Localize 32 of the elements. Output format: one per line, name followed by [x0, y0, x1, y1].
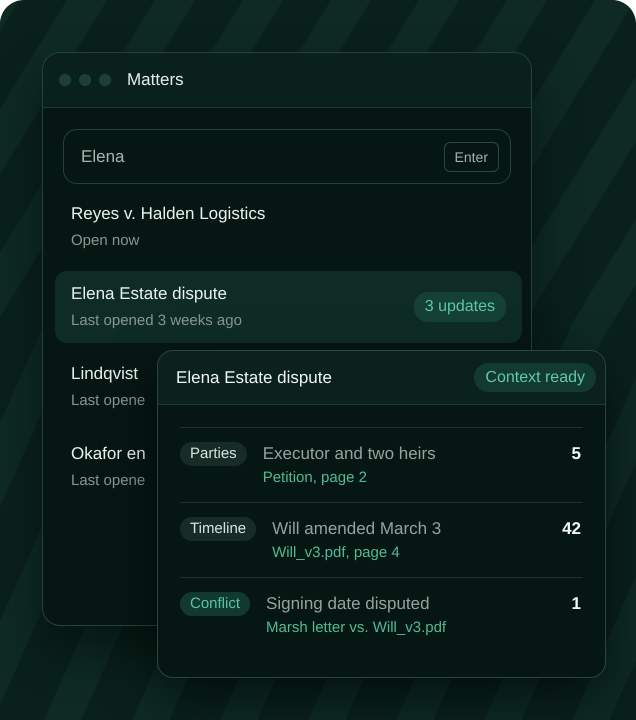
fact-count: 1 — [572, 593, 581, 615]
status-badge: Context ready — [474, 363, 596, 392]
window-control-icon[interactable] — [79, 74, 91, 86]
fact-tag: Conflict — [180, 592, 250, 616]
fact-count: 5 — [572, 443, 581, 465]
fact-tag: Parties — [180, 442, 247, 466]
matter-row[interactable]: Lindqvist Last opene — [55, 351, 150, 423]
matter-subtitle: Last opene — [71, 471, 146, 491]
matter-title: Reyes v. Halden Logistics — [71, 203, 266, 225]
matter-row[interactable]: Reyes v. Halden Logistics Open now — [55, 191, 270, 263]
fact-count: 42 — [562, 518, 581, 540]
fact-summary: Will amended March 3 — [272, 518, 442, 540]
matter-title: Okafor en — [71, 443, 146, 465]
update-badge: 3 updates — [414, 292, 506, 322]
matter-subtitle: Open now — [71, 231, 140, 251]
fact-summary: Executor and two heirs — [262, 443, 436, 465]
window-control-icon[interactable] — [99, 74, 111, 86]
matter-subtitle: Last opene — [71, 391, 146, 411]
window-control-icon[interactable] — [59, 74, 71, 86]
window-title: Matters — [127, 70, 184, 90]
enter-button[interactable]: Enter — [444, 142, 499, 172]
source-link[interactable]: Marsh letter vs. Will_v3.pdf — [266, 618, 446, 638]
matter-row[interactable]: Elena Estate dispute Last opened 3 weeks ago 3 updates — [55, 271, 522, 343]
matter-title: Lindqvist — [71, 363, 138, 385]
matter-row[interactable]: Okafor en Last opene — [55, 431, 150, 503]
source-link[interactable]: Will_v3.pdf, page 4 — [272, 543, 400, 563]
fact-tag: Timeline — [180, 517, 256, 541]
source-link[interactable]: Petition, page 2 — [262, 468, 367, 488]
matter-title: Elena Estate dispute — [71, 283, 227, 305]
matter-subtitle: Last opened 3 weeks ago — [71, 311, 242, 331]
fact-summary: Signing date disputed — [266, 593, 430, 615]
card-title: Elena Estate dispute — [176, 368, 332, 388]
